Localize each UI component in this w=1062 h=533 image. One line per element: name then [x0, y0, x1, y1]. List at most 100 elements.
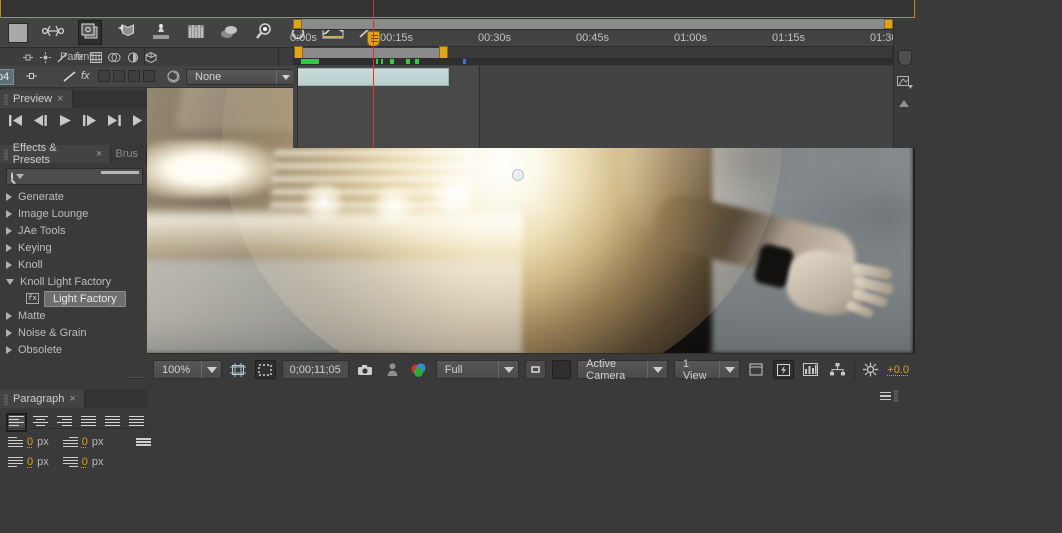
timeline-panel-menu[interactable] [880, 390, 898, 402]
panel-gripper-icon[interactable] [4, 93, 8, 105]
timeline-tabbar[interactable] [0, 0, 915, 18]
panel-menu-icon[interactable] [880, 391, 891, 401]
indent-left-value[interactable]: 0 [27, 436, 33, 448]
chevron-right-icon[interactable] [6, 260, 12, 269]
clone-stamp-tool-icon[interactable] [254, 22, 274, 43]
previous-frame-icon[interactable] [33, 114, 48, 130]
effects-category-jae-tools[interactable]: JAe Tools [0, 222, 147, 239]
resolution-select[interactable]: Full [435, 360, 520, 379]
chevron-right-icon[interactable] [6, 328, 12, 337]
effects-category-obsolete[interactable]: Obsolete [0, 341, 147, 358]
lock-icon[interactable] [57, 52, 69, 63]
fast-preview-icon[interactable] [772, 360, 794, 379]
indent-first-line-value[interactable]: 0 [27, 456, 33, 468]
camera-view-select[interactable]: Active Camera [577, 358, 668, 382]
exposure-value[interactable]: +0.0 [887, 364, 909, 376]
effects-category-knoll-light-factory[interactable]: Knoll Light Factory [0, 273, 147, 290]
effects-category-matte[interactable]: Matte [0, 307, 147, 324]
layer-switch-boxes[interactable] [98, 70, 155, 82]
exposure-icon[interactable] [860, 360, 881, 379]
space-before-value[interactable]: 0 [82, 456, 88, 468]
timeline-icon[interactable] [800, 360, 821, 379]
pan-behind-tool-icon[interactable] [78, 20, 102, 45]
pen-tool-icon[interactable] [150, 23, 172, 43]
timeline-layer-area[interactable] [293, 58, 893, 148]
motion-blur-icon[interactable] [89, 51, 102, 63]
chevron-right-icon[interactable] [6, 209, 12, 218]
indent-left-field[interactable]: 0 px [8, 436, 49, 448]
effects-category-keying[interactable]: Keying [0, 239, 147, 256]
work-area-bar[interactable] [293, 18, 893, 30]
parent-link-icon[interactable] [62, 70, 78, 86]
solo-icon[interactable] [40, 51, 51, 63]
chevron-down-icon[interactable] [6, 278, 14, 285]
camera-icon[interactable] [355, 360, 376, 379]
zoom-level-select[interactable]: 100% [153, 360, 222, 379]
view-layout-select[interactable]: 1 View [673, 358, 740, 382]
3d-layer-icon[interactable] [145, 51, 157, 63]
first-frame-icon[interactable] [8, 114, 23, 130]
comp-marker-bin-icon[interactable] [898, 50, 912, 66]
panel-gripper-icon[interactable] [894, 390, 898, 402]
chevron-right-icon[interactable] [6, 345, 12, 354]
indent-right-value[interactable]: 0 [82, 436, 88, 448]
effects-category-generate[interactable]: Generate [0, 188, 147, 205]
panel-gripper-icon[interactable] [4, 393, 8, 405]
next-frame-icon[interactable] [82, 114, 97, 130]
flowchart-icon[interactable] [827, 360, 848, 379]
fx-toggle[interactable]: fx [81, 70, 90, 82]
chevron-right-icon[interactable] [6, 192, 12, 201]
tab-effects-presets[interactable]: Effects & Presets × [0, 142, 112, 166]
tab-paragraph[interactable]: Paragraph × [0, 390, 85, 408]
ram-preview-icon[interactable] [132, 114, 144, 130]
effects-category-knoll[interactable]: Knoll [0, 256, 147, 273]
effects-item-light-factory[interactable]: fx Light Factory [0, 290, 147, 307]
chevron-right-icon[interactable] [6, 226, 12, 235]
last-frame-icon[interactable] [107, 114, 122, 130]
effects-category-noise-grain[interactable]: Noise & Grain [0, 324, 147, 341]
brush-tool-icon[interactable] [220, 23, 240, 43]
type-tool-icon[interactable] [186, 23, 206, 43]
quality-icon[interactable] [127, 51, 139, 63]
current-timecode-field[interactable]: 0;00;11;05 [281, 360, 349, 379]
chevron-right-icon[interactable] [6, 243, 12, 252]
close-icon[interactable]: × [69, 393, 75, 405]
selection-tool-icon[interactable] [8, 22, 28, 43]
switch-box[interactable] [143, 70, 155, 82]
layer-name-label[interactable]: p4 [0, 69, 15, 85]
region-icon[interactable] [525, 360, 547, 379]
unified-camera-tool-icon[interactable] [41, 23, 65, 42]
close-icon[interactable]: × [96, 148, 102, 160]
effects-search-input[interactable] [27, 170, 169, 183]
shape-tool-icon[interactable] [116, 23, 136, 43]
effects-category-image-lounge[interactable]: Image Lounge [0, 205, 147, 222]
mask-visibility-icon[interactable] [254, 360, 276, 379]
chevron-up-icon[interactable] [899, 100, 909, 107]
switch-box[interactable] [128, 70, 140, 82]
parent-pick-whip-icon[interactable] [167, 70, 180, 86]
work-area-start-handle[interactable] [293, 19, 302, 29]
transparency-grid-icon[interactable] [552, 360, 572, 379]
chevron-right-icon[interactable] [6, 311, 12, 320]
switch-box[interactable] [113, 70, 125, 82]
tab-brushes[interactable]: Brus [111, 145, 147, 163]
audio-icon[interactable] [22, 52, 34, 63]
layer-parent-select[interactable]: None [186, 69, 296, 85]
close-icon[interactable]: × [57, 93, 63, 105]
adjustment-layer-icon[interactable] [107, 52, 121, 63]
audio-toggle[interactable] [25, 70, 38, 85]
work-area-end-handle[interactable] [884, 19, 893, 29]
play-icon[interactable] [58, 114, 72, 130]
indent-right-field[interactable]: 0 px [62, 436, 104, 448]
tab-preview[interactable]: Preview × [0, 90, 73, 108]
grid-guides-icon[interactable] [228, 360, 249, 379]
light-position-crosshair-icon[interactable] [512, 169, 524, 181]
motion-blur-render-icon[interactable] [897, 74, 913, 92]
indent-first-line-field[interactable]: 0 px [8, 456, 49, 468]
switch-box[interactable] [98, 70, 110, 82]
effects-search-bar[interactable] [6, 168, 169, 185]
channels-rgb-icon[interactable] [409, 360, 430, 379]
panel-gripper-icon[interactable] [4, 148, 8, 160]
person-icon[interactable] [382, 360, 403, 379]
chevron-down-icon[interactable] [16, 174, 24, 179]
